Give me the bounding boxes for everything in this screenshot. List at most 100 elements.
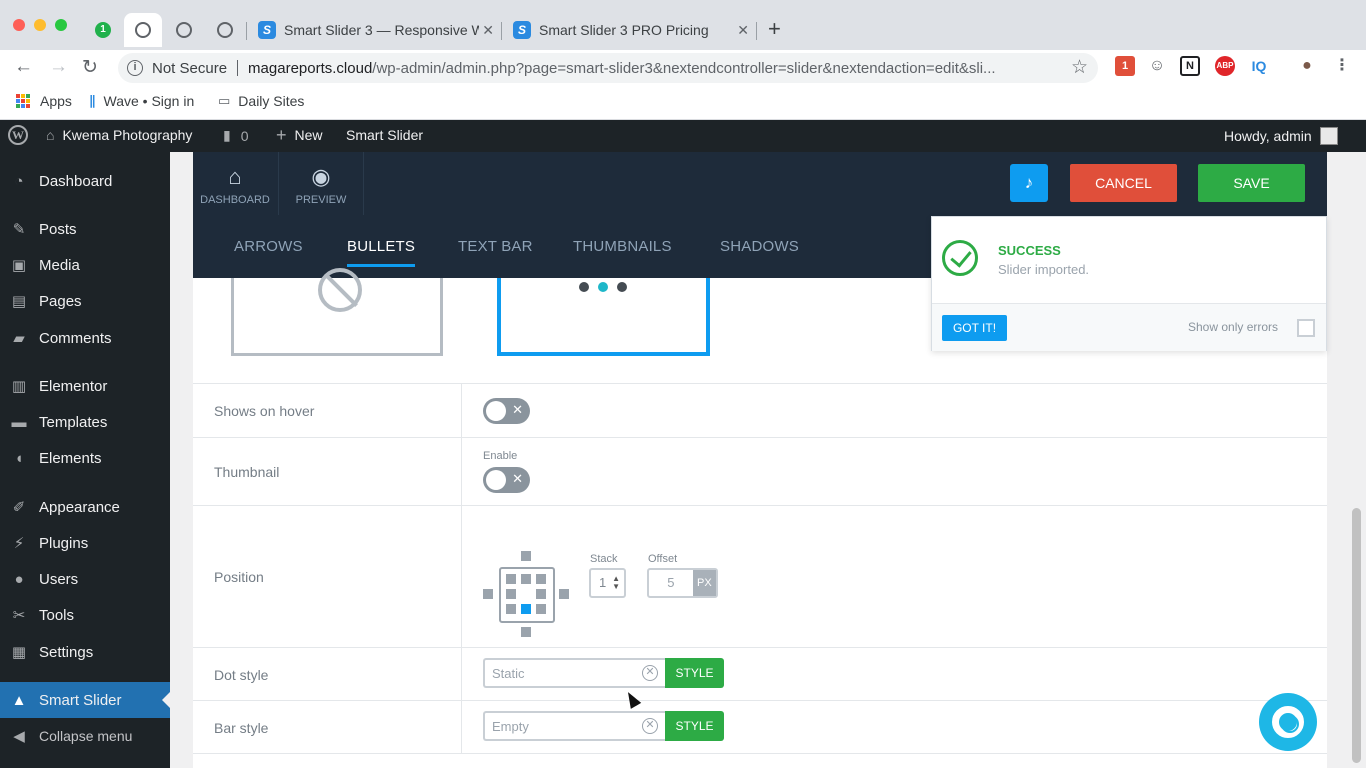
- position-cell[interactable]: [521, 551, 531, 561]
- offset-field[interactable]: 5 PX: [647, 568, 718, 598]
- stepper-arrows-icon[interactable]: ▲ ▼: [612, 575, 620, 591]
- sidebar-item-plugins[interactable]: ⚡ Plugins: [0, 525, 170, 561]
- save-button[interactable]: SAVE: [1198, 164, 1305, 202]
- position-cell[interactable]: [506, 574, 516, 584]
- clear-icon[interactable]: ✕: [642, 718, 658, 734]
- position-cell-selected[interactable]: [521, 604, 531, 614]
- dot-style-button[interactable]: STYLE: [665, 658, 724, 688]
- account-menu[interactable]: Howdy, admin: [1224, 127, 1338, 145]
- bookmark-apps[interactable]: Apps: [16, 93, 72, 109]
- dashboard-button[interactable]: ⌂ DASHBOARD: [193, 164, 277, 214]
- sidebar-item-posts[interactable]: ✎ Posts: [0, 211, 170, 247]
- dot-style-field[interactable]: Static ✕: [483, 658, 665, 688]
- pinned-tab-2[interactable]: [124, 13, 162, 47]
- wp-admin-sidebar: ◔ Dashboard ✎ Posts ▣ Media ▤ Pages ▰ Co…: [0, 152, 170, 768]
- page-scrollbar[interactable]: [1352, 508, 1361, 763]
- bullet-type-none[interactable]: [231, 268, 443, 356]
- tab-smart-slider-pricing[interactable]: S Smart Slider 3 PRO Pricing ✕: [503, 13, 755, 47]
- bar-style-button[interactable]: STYLE: [665, 711, 724, 741]
- help-button[interactable]: [1259, 693, 1317, 751]
- tab-shadows[interactable]: SHADOWS: [720, 238, 799, 255]
- position-cell[interactable]: [521, 574, 531, 584]
- bookmark-label: Apps: [40, 93, 72, 109]
- tab-bullets[interactable]: BULLETS: [347, 238, 415, 255]
- back-icon[interactable]: ←: [14, 56, 33, 78]
- show-only-errors-checkbox[interactable]: [1297, 319, 1315, 337]
- position-cell[interactable]: [536, 604, 546, 614]
- sidebar-item-dashboard[interactable]: ◔ Dashboard: [0, 163, 170, 199]
- tab-text-bar[interactable]: TEXT BAR: [458, 238, 533, 255]
- extension-notion-icon[interactable]: N: [1180, 56, 1200, 76]
- position-cell[interactable]: [536, 574, 546, 584]
- close-tab-icon[interactable]: ✕: [737, 22, 749, 39]
- info-icon[interactable]: i: [127, 60, 143, 76]
- position-picker[interactable]: [483, 551, 573, 641]
- menu-kebab-icon[interactable]: ⋮: [1332, 56, 1352, 76]
- pinned-tab-3[interactable]: [165, 13, 203, 47]
- collapse-menu-button[interactable]: ◀ Collapse menu: [0, 718, 170, 754]
- position-cell[interactable]: [506, 604, 516, 614]
- sidebar-item-tools[interactable]: ✂ Tools: [0, 597, 170, 633]
- thumbnail-enable-toggle[interactable]: ✕: [483, 467, 530, 493]
- cancel-button[interactable]: CANCEL: [1070, 164, 1177, 202]
- comments-link[interactable]: ▮ 0: [223, 127, 249, 144]
- sidebar-item-elementor[interactable]: ▥ Elementor: [0, 368, 170, 404]
- close-tab-icon[interactable]: ✕: [482, 22, 494, 39]
- wp-logo-button[interactable]: W: [8, 125, 28, 145]
- tab-thumbnails[interactable]: THUMBNAILS: [573, 238, 672, 255]
- bar-style-value: Empty: [492, 719, 529, 734]
- sidebar-item-label: Tools: [39, 606, 75, 624]
- got-it-button[interactable]: GOT IT!: [942, 315, 1007, 341]
- url-text[interactable]: magareports.cloud/wp-admin/admin.php?pag…: [248, 60, 1063, 77]
- pinned-tab-1[interactable]: 1: [84, 13, 122, 47]
- extension-adblock-icon[interactable]: ABP: [1215, 56, 1235, 76]
- sidebar-item-elements[interactable]: ◖ Elements: [0, 440, 170, 476]
- offset-value[interactable]: 5: [649, 570, 693, 596]
- preview-button[interactable]: ◉ PREVIEW: [279, 164, 363, 214]
- sidebar-item-pages[interactable]: ▤ Pages: [0, 283, 170, 319]
- bookmark-wave[interactable]: ∥ Wave • Sign in: [89, 93, 194, 109]
- sidebar-item-media[interactable]: ▣ Media: [0, 247, 170, 283]
- bar-style-field[interactable]: Empty ✕: [483, 711, 665, 741]
- site-name-link[interactable]: ⌂ Kwema Photography: [46, 127, 192, 143]
- stack-stepper[interactable]: 1 ▲ ▼: [589, 568, 626, 598]
- extension-iq-icon[interactable]: IQ: [1249, 56, 1269, 76]
- position-cell[interactable]: [483, 589, 493, 599]
- clear-icon[interactable]: ✕: [642, 665, 658, 681]
- position-cell[interactable]: [536, 589, 546, 599]
- forward-icon[interactable]: →: [49, 56, 68, 78]
- position-cell[interactable]: [521, 627, 531, 637]
- tab-arrows[interactable]: ARROWS: [234, 238, 303, 255]
- bullet-type-dots[interactable]: [497, 278, 710, 356]
- minimize-window-button[interactable]: [34, 19, 46, 31]
- globe-icon: [217, 22, 233, 38]
- row-label: Position: [214, 569, 264, 585]
- close-window-button[interactable]: [13, 19, 25, 31]
- new-content-link[interactable]: + New: [276, 126, 323, 144]
- address-bar[interactable]: i Not Secure magareports.cloud/wp-admin/…: [118, 53, 1098, 83]
- position-cell[interactable]: [506, 589, 516, 599]
- extension-person-icon[interactable]: ☺: [1147, 56, 1167, 76]
- smart-slider-link[interactable]: Smart Slider: [346, 127, 423, 143]
- bookmark-daily-sites[interactable]: ▭ Daily Sites: [218, 93, 304, 109]
- sidebar-item-templates[interactable]: ▬ Templates: [0, 404, 170, 440]
- elementor-icon: ▥: [11, 378, 27, 395]
- sidebar-item-smart-slider[interactable]: ▲ Smart Slider: [0, 682, 170, 718]
- new-tab-icon[interactable]: +: [768, 16, 781, 42]
- row-position: Position Stack 1 ▲ ▼ Offset 5 PX: [193, 505, 1327, 647]
- sidebar-item-users[interactable]: ● Users: [0, 561, 170, 597]
- extension-mail-icon[interactable]: 1: [1115, 56, 1135, 76]
- toggle-knob: [486, 401, 506, 421]
- tab-smart-slider-responsive[interactable]: S Smart Slider 3 — Responsive W ✕: [248, 13, 500, 47]
- notification-bell-button[interactable]: ♪: [1010, 164, 1048, 202]
- sidebar-item-appearance[interactable]: ✐ Appearance: [0, 489, 170, 525]
- profile-avatar-icon[interactable]: ●: [1297, 56, 1317, 76]
- pinned-tab-4[interactable]: [206, 13, 244, 47]
- reload-icon[interactable]: ↻: [82, 56, 98, 79]
- maximize-window-button[interactable]: [55, 19, 67, 31]
- sidebar-item-comments[interactable]: ▰ Comments: [0, 320, 170, 356]
- bookmark-star-icon[interactable]: ☆: [1071, 56, 1088, 79]
- sidebar-item-settings[interactable]: ▦ Settings: [0, 634, 170, 670]
- shows-on-hover-toggle[interactable]: ✕: [483, 398, 530, 424]
- position-cell[interactable]: [559, 589, 569, 599]
